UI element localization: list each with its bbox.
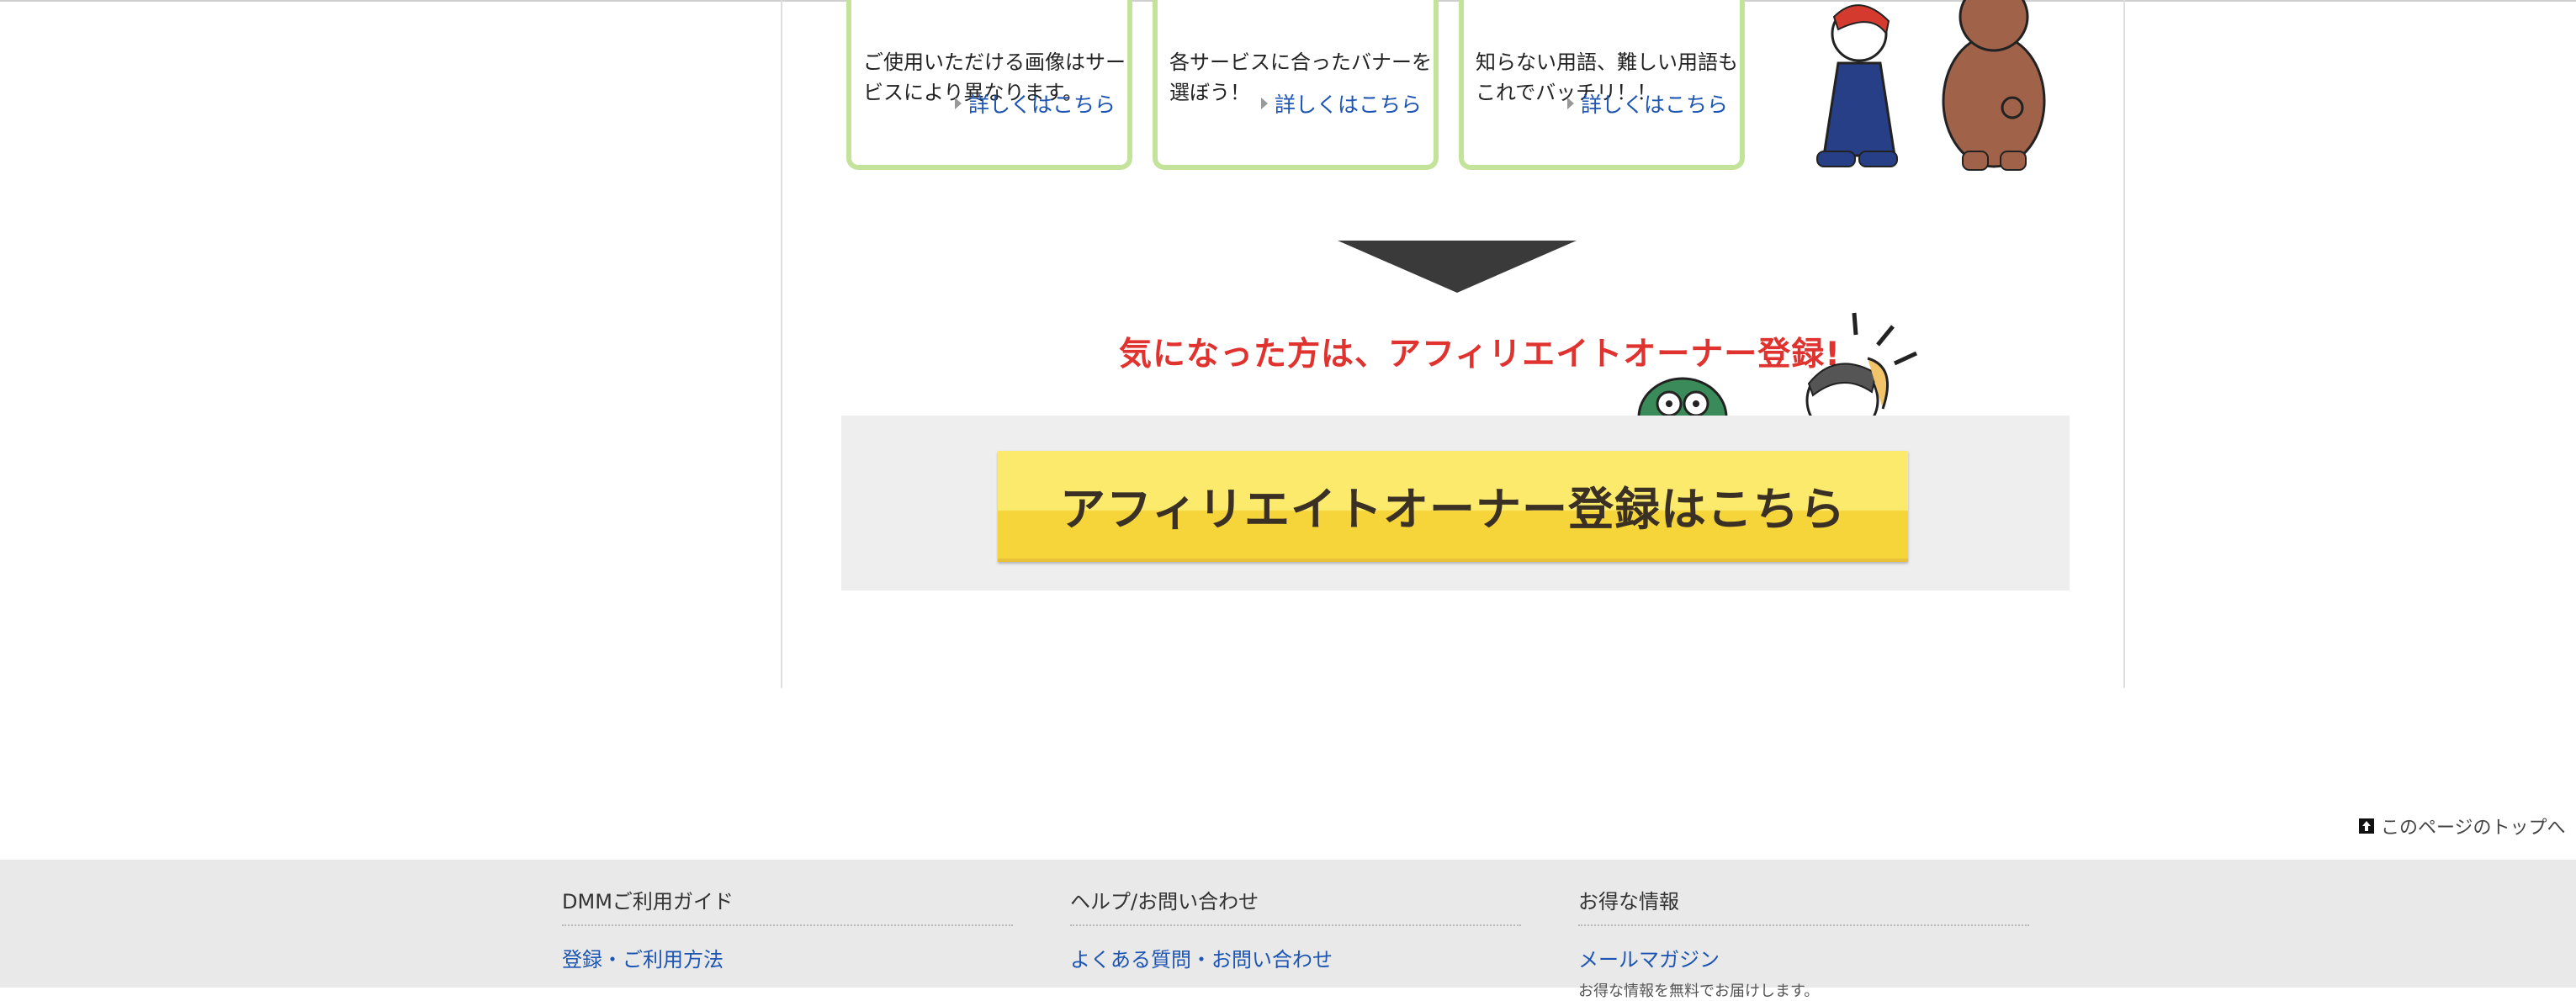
- info-card-images: ご使用いただける画像はサービスにより異なります。 詳しくはこちら: [846, 0, 1132, 170]
- card-more-label: 詳しくはこちら: [1580, 93, 1728, 117]
- arrow-down-icon: [1338, 241, 1577, 293]
- card-more-label: 詳しくはこちら: [1274, 93, 1422, 117]
- mascot-illustration: [1816, 0, 2046, 171]
- card-more-label: 詳しくはこちら: [967, 93, 1116, 117]
- footer-link-mail-magazine[interactable]: メールマガジン: [1578, 943, 2029, 972]
- page-top-icon: [2359, 818, 2374, 834]
- card-more-link[interactable]: 詳しくはこちら: [954, 88, 1116, 119]
- footer-link-faq[interactable]: よくある質問・お問い合わせ: [1070, 943, 1521, 972]
- footer-column-title: ヘルプ/お問い合わせ: [1070, 885, 1521, 926]
- footer-link-registration[interactable]: 登録・ご利用方法: [562, 943, 1013, 972]
- info-card-glossary: 知らない用語、難しい用語もこれでバッチリ！！ 詳しくはこちら: [1459, 0, 1745, 170]
- info-card-banners: 各サービスに合ったバナーを選ぼう！ 詳しくはこちら: [1153, 0, 1439, 170]
- footer-note: お得な情報を無料でお届けします。: [1578, 982, 1820, 1000]
- footer-column-title: お得な情報: [1578, 885, 2029, 926]
- footer: DMMご利用ガイド 登録・ご利用方法 ヘルプ/お問い合わせ よくある質問・お問い…: [0, 860, 2576, 1000]
- card-more-link[interactable]: 詳しくはこちら: [1566, 88, 1728, 119]
- footer-column-guide: DMMご利用ガイド 登録・ご利用方法: [562, 885, 1013, 972]
- chevron-right-icon: [1566, 98, 1574, 109]
- card-more-link[interactable]: 詳しくはこちら: [1260, 88, 1422, 119]
- affiliate-register-button-label: アフィリエイトオーナー登録はこちら: [1060, 482, 1846, 536]
- footer-column-title: DMMご利用ガイド: [562, 885, 1013, 926]
- page-top-label: このページのトップへ: [2381, 818, 2566, 839]
- chevron-right-icon: [1260, 98, 1268, 109]
- footer-column-help: ヘルプ/お問い合わせ よくある質問・お問い合わせ: [1070, 885, 1521, 972]
- page-top-link[interactable]: このページのトップへ: [2359, 813, 2566, 839]
- affiliate-register-button[interactable]: アフィリエイトオーナー登録はこちら: [998, 451, 1908, 562]
- footer-column-deals: お得な情報 メールマガジン お得な情報を無料でお届けします。: [1578, 885, 2029, 1001]
- chevron-right-icon: [954, 98, 962, 109]
